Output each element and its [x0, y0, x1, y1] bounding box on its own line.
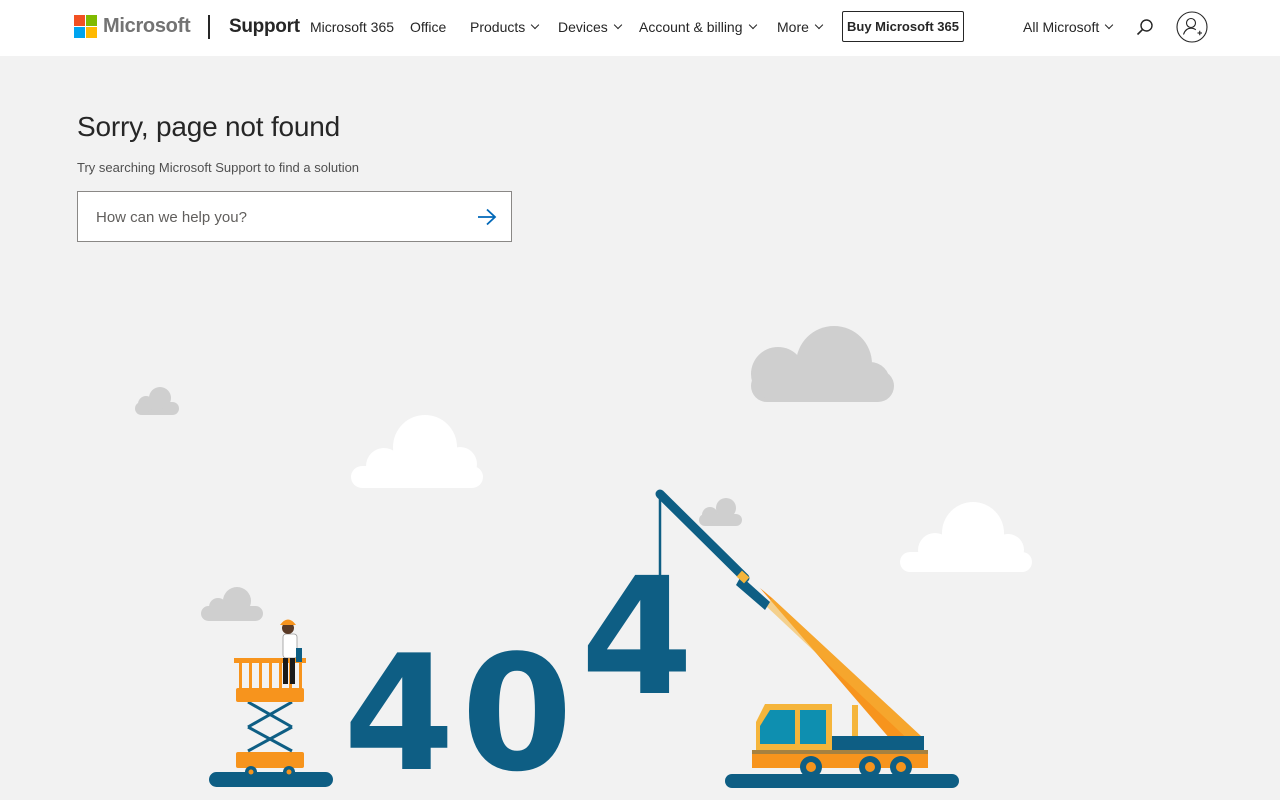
- support-home-link[interactable]: Support: [229, 16, 300, 38]
- nav-label: Microsoft 365: [310, 19, 395, 35]
- 404-illustration: 4 0 4: [135, 326, 1032, 800]
- search-input[interactable]: [96, 206, 456, 228]
- cloud-white: [351, 415, 483, 488]
- microsoft-logo[interactable]: Microsoft: [74, 14, 191, 38]
- nav-account-billing[interactable]: Account & billing: [639, 19, 757, 35]
- support-search: [77, 191, 512, 242]
- scissor-lift: [234, 658, 306, 778]
- arrow-right-icon[interactable]: [476, 207, 498, 227]
- nav-products[interactable]: Products: [470, 19, 540, 35]
- digit-4-hanging: 4: [581, 544, 694, 732]
- ground-left: [209, 772, 333, 787]
- site-header: Microsoft Support Microsoft 365 Office P…: [0, 0, 1280, 56]
- cloud-tiny-grey: [699, 498, 742, 526]
- buy-microsoft-365-button[interactable]: Buy Microsoft 365: [842, 11, 964, 42]
- nav-devices[interactable]: Devices: [558, 19, 623, 35]
- cloud-white-right: [900, 502, 1032, 572]
- nav-label: Office: [410, 19, 447, 35]
- page-subtitle: Try searching Microsoft Support to find …: [77, 160, 360, 175]
- cloud-small-grey: [135, 387, 179, 415]
- chevron-down-icon: [814, 20, 824, 30]
- chevron-down-icon: [1104, 20, 1114, 30]
- cloud-large-grey: [751, 326, 894, 402]
- chevron-down-icon: [748, 20, 757, 30]
- all-microsoft-menu[interactable]: All Microsoft: [1023, 19, 1114, 35]
- all-microsoft-label: All Microsoft: [1023, 19, 1100, 35]
- digit-4-left: 4: [343, 620, 454, 800]
- digit-0: 0: [461, 620, 572, 800]
- nav-office[interactable]: Office: [410, 19, 446, 35]
- nav-label: Products: [470, 19, 526, 35]
- chevron-down-icon: [531, 20, 540, 30]
- cloud-grey-left: [201, 587, 263, 621]
- worker-figure: [280, 619, 302, 684]
- nav-more[interactable]: More: [777, 19, 824, 35]
- chevron-down-icon: [613, 20, 623, 30]
- microsoft-logo-icon: [74, 14, 97, 38]
- nav-label: More: [777, 19, 809, 35]
- search-icon[interactable]: [1136, 18, 1154, 36]
- ground-right: [725, 774, 959, 788]
- nav-label: Account & billing: [639, 19, 743, 35]
- header-divider: [208, 15, 210, 39]
- nav-microsoft-365[interactable]: Microsoft 365: [310, 19, 394, 35]
- page-title: Sorry, page not found: [77, 111, 341, 142]
- account-icon[interactable]: [1176, 11, 1208, 43]
- brand-name: Microsoft: [103, 14, 191, 37]
- crane-truck: [655, 489, 928, 778]
- nav-label: Devices: [558, 19, 608, 35]
